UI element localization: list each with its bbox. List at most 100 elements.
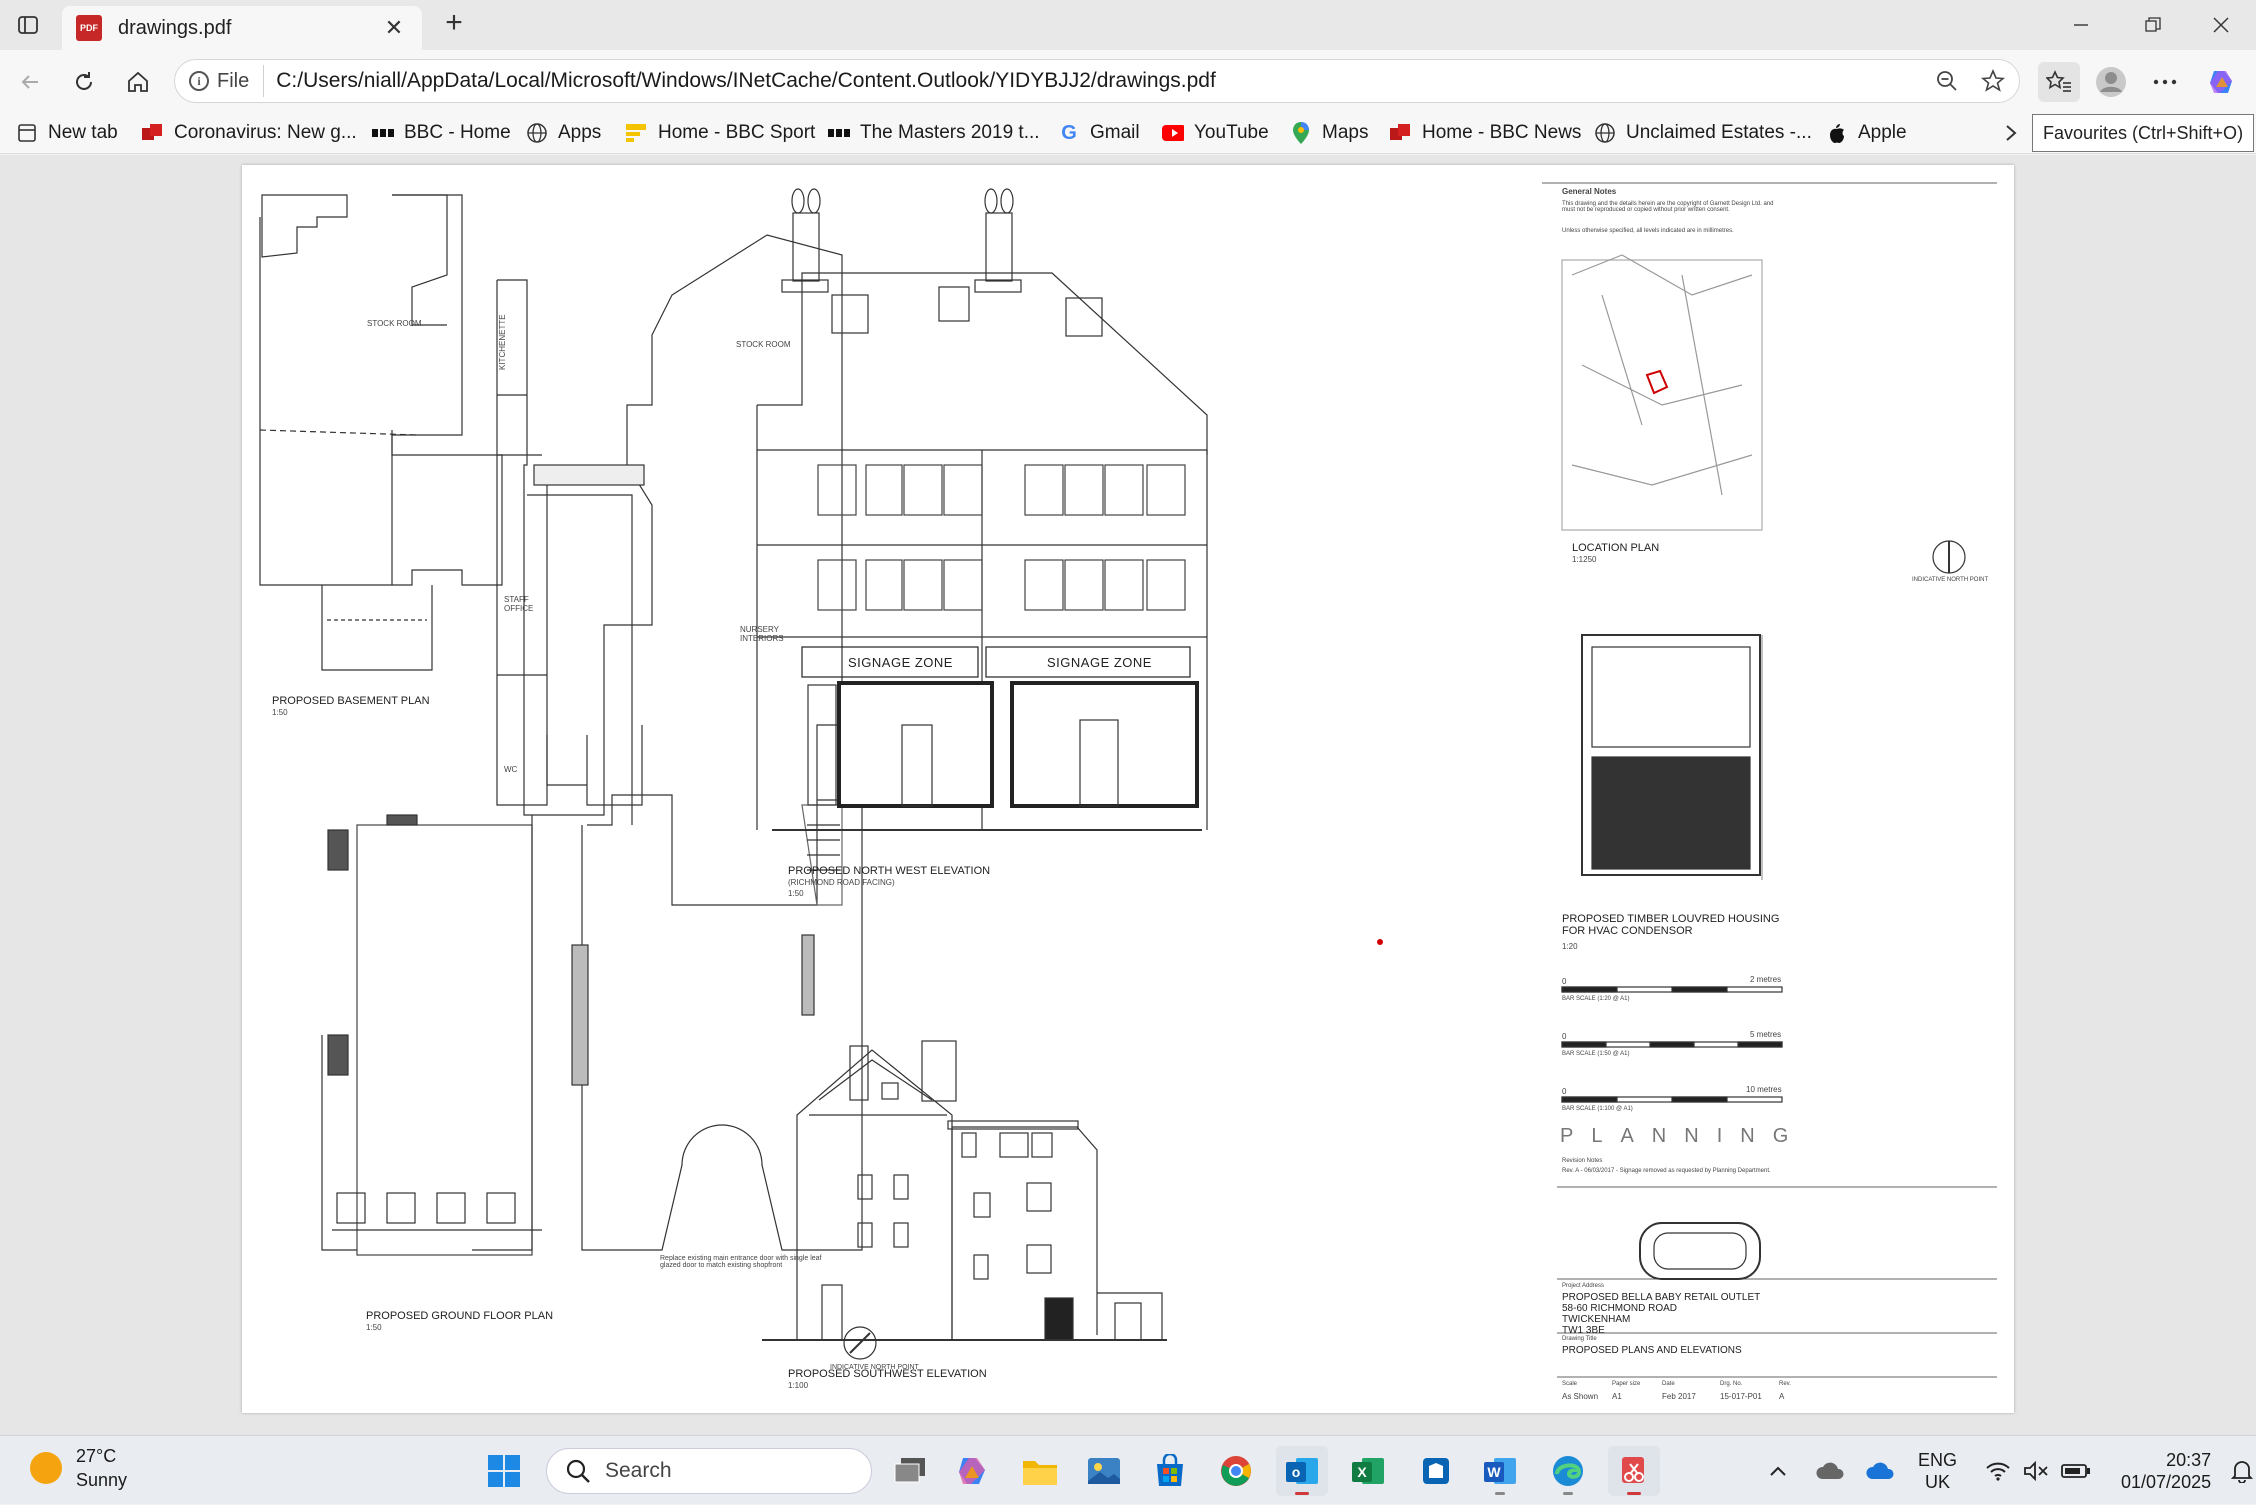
room-label-stock-room: STOCK ROOM: [736, 340, 791, 349]
favourite-label: Gmail: [1090, 122, 1140, 143]
favourite-bbc-news[interactable]: Home - BBC News: [1390, 118, 1581, 148]
nw-elevation-title: PROPOSED NORTH WEST ELEVATION: [788, 865, 991, 877]
general-notes-line-1: This drawing and the details herein are …: [1562, 201, 1774, 213]
room-label-nursery-interiors: NURSERY INTERIORS: [740, 625, 784, 643]
favourite-label: Unclaimed Estates -...: [1626, 122, 1812, 143]
running-indicator: [1495, 1492, 1505, 1495]
favourite-coronavirus[interactable]: Coronavirus: New g...: [142, 118, 357, 148]
notification-bell-icon[interactable]: [2227, 1459, 2256, 1483]
task-view-icon[interactable]: [884, 1446, 936, 1496]
svg-text:X: X: [1357, 1464, 1367, 1480]
microsoft-store-icon[interactable]: [1144, 1446, 1196, 1496]
favourite-apple[interactable]: Apple: [1826, 118, 1907, 148]
favourite-maps[interactable]: Maps: [1290, 118, 1368, 148]
table-header: Drg. No.: [1720, 1381, 1743, 1387]
bbc-news-icon: [1390, 122, 1412, 144]
onedrive-cloud-icon[interactable]: [1810, 1461, 1850, 1481]
taskbar-search[interactable]: Search: [546, 1448, 872, 1494]
favourite-bbc-home[interactable]: BBC - Home: [372, 118, 511, 148]
bar-scale-label-3: BAR SCALE (1:100 @ A1): [1562, 1106, 1633, 1112]
onedrive-blue-cloud-icon[interactable]: [1860, 1461, 1900, 1481]
ground-plan-scale: 1:50: [366, 1323, 382, 1332]
chrome-icon[interactable]: [1210, 1446, 1262, 1496]
nw-elevation-scale: 1:50: [788, 889, 804, 898]
more-favourites-chevron-icon[interactable]: [2004, 118, 2018, 148]
refresh-button[interactable]: [64, 62, 104, 102]
show-hidden-icons-chevron-icon[interactable]: [1762, 1465, 1794, 1477]
bbc-sport-icon: [626, 122, 648, 144]
pdf-viewer[interactable]: STOCK ROOM PROPOSED BASEMENT PLAN 1:50 K…: [0, 155, 2256, 1435]
favourite-label: Apps: [558, 122, 602, 143]
basement-plan-scale: 1:50: [272, 708, 288, 717]
favourites-tooltip: Favourites (Ctrl+Shift+O): [2032, 114, 2255, 152]
zoom-out-icon[interactable]: [1927, 61, 1967, 101]
address-bar[interactable]: i File C:/Users/niall/AppData/Local/Micr…: [174, 59, 2020, 103]
pdf-icon: PDF: [76, 15, 102, 41]
room-label-wc: WC: [504, 765, 518, 774]
favourite-unclaimed-estates[interactable]: Unclaimed Estates -...: [1594, 118, 1812, 148]
minimize-button[interactable]: [2058, 8, 2104, 42]
excel-icon[interactable]: X: [1342, 1446, 1394, 1496]
more-options-icon[interactable]: [2144, 62, 2186, 102]
site-info-button[interactable]: i File: [189, 65, 265, 97]
table-cell: A1: [1612, 1392, 1622, 1401]
copilot-icon[interactable]: [2200, 62, 2242, 102]
volume-muted-icon[interactable]: [2021, 1460, 2051, 1481]
bar-scale-end-2: 5 metres: [1750, 1030, 1782, 1039]
search-placeholder: Search: [605, 1459, 672, 1482]
battery-icon[interactable]: [2059, 1463, 2093, 1479]
home-button[interactable]: [118, 62, 158, 102]
start-button[interactable]: [478, 1446, 530, 1496]
louvre-housing-title: PROPOSED TIMBER LOUVRED HOUSING FOR HVAC…: [1562, 913, 1780, 937]
back-button[interactable]: [10, 62, 50, 102]
photos-app-icon[interactable]: [1078, 1446, 1130, 1496]
weather-condition: Sunny: [76, 1470, 128, 1490]
bar-scale-label-2: BAR SCALE (1:50 @ A1): [1562, 1051, 1630, 1057]
room-label-staff-office: STAFF OFFICE: [504, 595, 534, 613]
favourite-bbc-sport[interactable]: Home - BBC Sport: [626, 118, 815, 148]
favourite-new-tab[interactable]: New tab: [16, 118, 118, 148]
favourite-youtube[interactable]: YouTube: [1162, 118, 1269, 148]
wifi-icon[interactable]: [1983, 1461, 2013, 1481]
project-line-4: TW1 3BE: [1562, 1325, 1605, 1336]
copilot-app-icon[interactable]: [946, 1446, 998, 1496]
word-icon[interactable]: W: [1474, 1446, 1526, 1496]
close-tab-icon[interactable]: ✕: [380, 15, 408, 41]
favourite-apps[interactable]: Apps: [526, 118, 601, 148]
close-window-button[interactable]: [2198, 8, 2244, 42]
favourites-icon[interactable]: [2038, 62, 2080, 102]
table-cell: 15-017-P01: [1720, 1392, 1762, 1401]
url-text[interactable]: C:/Users/niall/AppData/Local/Microsoft/W…: [276, 69, 1927, 93]
youtube-icon: [1162, 122, 1184, 144]
favourite-masters[interactable]: The Masters 2019 t...: [828, 118, 1040, 148]
drawing-title-label: Drawing Title: [1562, 1336, 1597, 1342]
edge-icon[interactable]: [1542, 1446, 1594, 1496]
project-address-label: Project Address: [1562, 1283, 1605, 1289]
architectural-drawing: [259, 182, 1997, 1378]
nw-elevation-subtitle: (RICHMOND ROAD FACING): [788, 878, 895, 887]
language-indicator[interactable]: ENG UK: [1918, 1449, 1957, 1493]
svg-text:o: o: [1292, 1464, 1301, 1480]
file-explorer-icon[interactable]: [1014, 1446, 1066, 1496]
weather-widget[interactable]: 27°C Sunny: [30, 1444, 127, 1492]
outlook-icon[interactable]: o: [1276, 1446, 1328, 1496]
basement-room-label: STOCK ROOM: [367, 319, 422, 328]
restore-button[interactable]: [2130, 8, 2176, 42]
clock[interactable]: 20:37 01/07/2025: [2121, 1449, 2211, 1493]
globe-icon: [1594, 122, 1616, 144]
running-indicator: [1563, 1492, 1573, 1495]
drawing-title-value: PROPOSED PLANS AND ELEVATIONS: [1562, 1345, 1742, 1356]
add-favourite-star-icon[interactable]: [1973, 61, 2013, 101]
project-line-2: 58-60 RICHMOND ROAD: [1562, 1303, 1678, 1314]
browser-tab-active[interactable]: PDF drawings.pdf ✕: [62, 6, 422, 50]
snipping-tool-icon[interactable]: [1608, 1446, 1660, 1496]
info-icon: i: [189, 71, 209, 91]
reader-app-icon[interactable]: [1410, 1446, 1462, 1496]
tab-actions-icon[interactable]: [12, 9, 44, 41]
new-tab-button[interactable]: +: [436, 6, 472, 42]
profile-avatar[interactable]: [2090, 62, 2132, 102]
globe-icon: [526, 122, 548, 144]
favourite-label: YouTube: [1194, 122, 1269, 143]
favourite-gmail[interactable]: G Gmail: [1058, 118, 1140, 148]
taskbar: 27°C Sunny Search o X W ENG UK 20:37 01/…: [0, 1435, 2256, 1504]
